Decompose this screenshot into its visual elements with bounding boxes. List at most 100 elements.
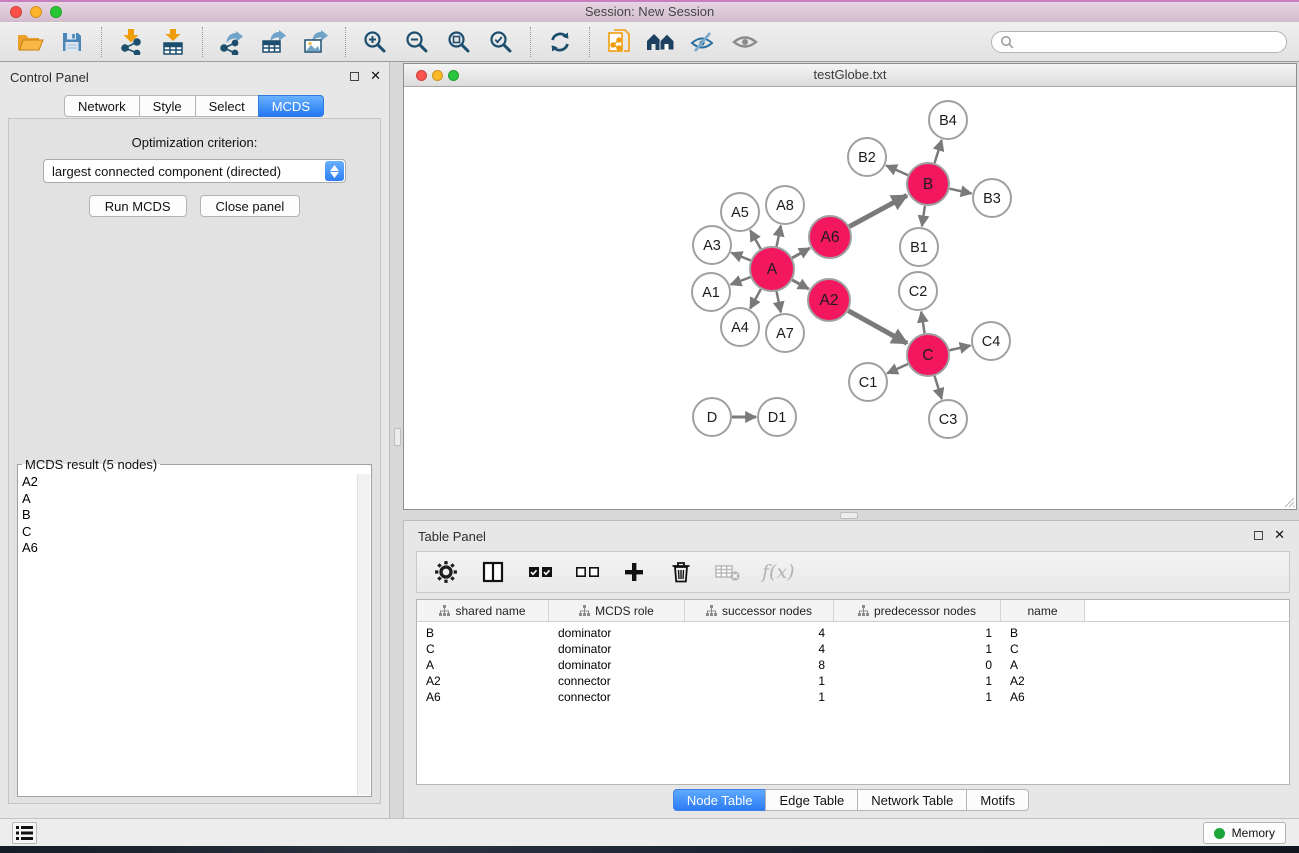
- graph-node-C[interactable]: C: [907, 334, 949, 376]
- zoom-fit-button[interactable]: [441, 26, 477, 58]
- float-panel-icon[interactable]: [350, 72, 359, 81]
- select-all-rows-button[interactable]: [527, 559, 553, 585]
- mcds-result-item[interactable]: B: [18, 507, 371, 524]
- clone-network-button[interactable]: [601, 26, 637, 58]
- resize-grip-icon[interactable]: [1282, 495, 1295, 508]
- network-minimize-button[interactable]: [432, 70, 443, 81]
- close-window-button[interactable]: [10, 6, 22, 18]
- graph-edge-B-B4[interactable]: [935, 140, 942, 163]
- import-network-button[interactable]: [113, 26, 149, 58]
- graph-edge-C-C3[interactable]: [935, 376, 942, 399]
- mcds-result-item[interactable]: C: [18, 524, 371, 541]
- network-zoom-button[interactable]: [448, 70, 459, 81]
- graph-edge-A-A1[interactable]: [731, 277, 751, 284]
- graph-node-C4[interactable]: C4: [972, 322, 1010, 360]
- delete-column-button[interactable]: [668, 559, 694, 585]
- zoom-in-button[interactable]: [357, 26, 393, 58]
- search-input[interactable]: [1020, 34, 1278, 49]
- graph-node-A2[interactable]: A2: [808, 279, 850, 321]
- graph-node-A6[interactable]: A6: [809, 216, 851, 258]
- graph-node-A4[interactable]: A4: [721, 308, 759, 346]
- splitter-handle-vertical[interactable]: [394, 428, 401, 446]
- graph-edge-C-C2[interactable]: [921, 312, 924, 334]
- tab-network-table[interactable]: Network Table: [857, 789, 967, 811]
- graph-edge-A-A2[interactable]: [792, 280, 809, 289]
- graph-node-D[interactable]: D: [693, 398, 731, 436]
- graph-node-B4[interactable]: B4: [929, 101, 967, 139]
- graph-edge-A-A3[interactable]: [731, 253, 750, 261]
- table-row[interactable]: Cdominator41C: [417, 641, 1289, 657]
- memory-button[interactable]: Memory: [1203, 822, 1286, 844]
- column-header-name[interactable]: name: [1001, 600, 1085, 621]
- graph-node-C1[interactable]: C1: [849, 363, 887, 401]
- graph-node-C2[interactable]: C2: [899, 272, 937, 310]
- graph-edge-A-A7[interactable]: [777, 292, 781, 313]
- show-graphics-details-button[interactable]: [727, 26, 763, 58]
- graph-node-A5[interactable]: A5: [721, 193, 759, 231]
- graph-node-A8[interactable]: A8: [766, 186, 804, 224]
- close-panel-button[interactable]: Close panel: [200, 195, 301, 217]
- graph-node-B2[interactable]: B2: [848, 138, 886, 176]
- save-session-button[interactable]: [54, 26, 90, 58]
- task-history-button[interactable]: [12, 822, 37, 844]
- clear-selection-button[interactable]: [574, 559, 600, 585]
- criterion-select[interactable]: largest connected component (directed): [43, 159, 346, 183]
- splitter-handle-horizontal[interactable]: [840, 512, 858, 519]
- network-close-button[interactable]: [416, 70, 427, 81]
- tab-mcds[interactable]: MCDS: [258, 95, 324, 117]
- tab-node-table[interactable]: Node Table: [673, 789, 767, 811]
- graph-edge-B-B2[interactable]: [886, 165, 908, 175]
- minimize-window-button[interactable]: [30, 6, 42, 18]
- graph-node-C3[interactable]: C3: [929, 400, 967, 438]
- graph-node-B1[interactable]: B1: [900, 228, 938, 266]
- graph-node-B[interactable]: B: [907, 163, 949, 205]
- show-columns-button[interactable]: [480, 559, 506, 585]
- graph-edge-A-A6[interactable]: [792, 248, 810, 258]
- graph-node-A[interactable]: A: [750, 247, 794, 291]
- float-table-panel-icon[interactable]: [1254, 531, 1263, 540]
- tab-edge-table[interactable]: Edge Table: [765, 789, 858, 811]
- graph-node-D1[interactable]: D1: [758, 398, 796, 436]
- table-row[interactable]: A6connector11A6: [417, 689, 1289, 705]
- open-session-button[interactable]: [12, 26, 48, 58]
- graph-edge-B-B1[interactable]: [922, 206, 925, 226]
- import-table-button[interactable]: [155, 26, 191, 58]
- graph-node-A1[interactable]: A1: [692, 273, 730, 311]
- mcds-scrollbar[interactable]: [357, 474, 370, 795]
- tab-style[interactable]: Style: [139, 95, 196, 117]
- table-settings-button[interactable]: [433, 559, 459, 585]
- hide-graphics-details-button[interactable]: [685, 26, 721, 58]
- mcds-result-item[interactable]: A2: [18, 474, 371, 491]
- zoom-selected-button[interactable]: [483, 26, 519, 58]
- mcds-result-item[interactable]: A6: [18, 540, 371, 557]
- tab-network[interactable]: Network: [64, 95, 140, 117]
- refresh-view-button[interactable]: [542, 26, 578, 58]
- column-header-shared-name[interactable]: shared name: [417, 600, 549, 621]
- column-header-predecessor-nodes[interactable]: predecessor nodes: [834, 600, 1001, 621]
- table-row[interactable]: Bdominator41B: [417, 625, 1289, 641]
- graph-edge-C-C4[interactable]: [949, 346, 970, 351]
- run-mcds-button[interactable]: Run MCDS: [89, 195, 187, 217]
- close-panel-icon[interactable]: ✕: [370, 71, 381, 81]
- graph-node-A3[interactable]: A3: [693, 226, 731, 264]
- column-header-MCDS-role[interactable]: MCDS role: [549, 600, 685, 621]
- graph-edge-A-A4[interactable]: [750, 289, 761, 308]
- network-window-titlebar[interactable]: testGlobe.txt: [404, 64, 1296, 87]
- graph-edge-B-B3[interactable]: [949, 189, 971, 194]
- search-box[interactable]: [991, 31, 1287, 53]
- home-network-button[interactable]: [643, 26, 679, 58]
- zoom-window-button[interactable]: [50, 6, 62, 18]
- graph-edge-A-A5[interactable]: [750, 230, 760, 249]
- tab-motifs[interactable]: Motifs: [966, 789, 1029, 811]
- tab-select[interactable]: Select: [195, 95, 259, 117]
- graph-edge-A6-B[interactable]: [849, 195, 907, 226]
- graph-node-B3[interactable]: B3: [973, 179, 1011, 217]
- export-network-button[interactable]: [214, 26, 250, 58]
- column-header-successor-nodes[interactable]: successor nodes: [685, 600, 834, 621]
- mcds-result-item[interactable]: A: [18, 491, 371, 508]
- network-canvas[interactable]: B4B2BB3B1A5A8A6A3AA1A2C2A4A7CC4C1C3DD1: [404, 88, 1296, 509]
- table-row[interactable]: Adominator80A: [417, 657, 1289, 673]
- create-column-button[interactable]: [621, 559, 647, 585]
- table-row[interactable]: A2connector11A2: [417, 673, 1289, 689]
- zoom-out-button[interactable]: [399, 26, 435, 58]
